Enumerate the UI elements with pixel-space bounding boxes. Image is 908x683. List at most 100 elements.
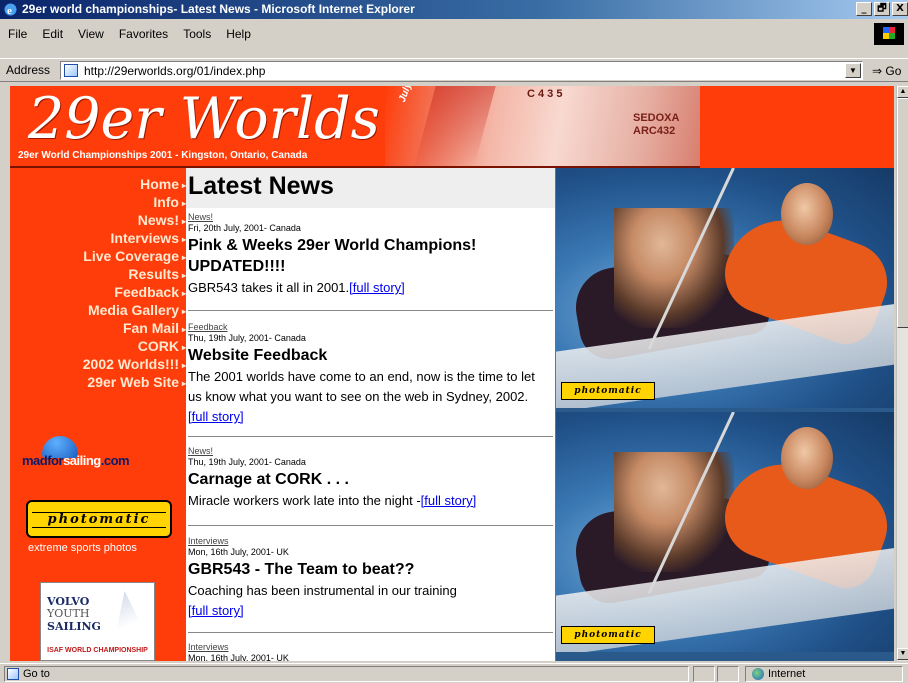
menu-help[interactable]: Help [226,27,251,41]
news-category[interactable]: News! [188,212,545,222]
photomatic-logo[interactable]: photomatic [26,500,172,538]
news-separator [188,310,553,311]
window-title: 29er world championships- Latest News - … [22,2,415,16]
nav-live-coverage[interactable]: Live Coverage ▸ [83,248,186,264]
madforsailing-part1: madfor [22,453,64,468]
news-category[interactable]: Feedback [188,322,545,332]
zone-label: Internet [768,668,806,680]
window-titlebar: e 29er world championships- Latest News … [0,0,908,19]
nav-label: Feedback [114,284,179,300]
full-story-link[interactable]: [full story] [421,493,477,508]
nav-cork[interactable]: CORK ▸ [138,338,186,354]
menu-tools[interactable]: Tools [183,27,211,41]
news-header: Latest News [186,168,555,208]
go-label: Go [885,64,902,78]
menu-favorites[interactable]: Favorites [119,27,168,41]
restore-button[interactable]: 🗗 [874,2,890,16]
nav-results[interactable]: Results ▸ [128,266,186,282]
sailor-one-head [614,452,734,572]
nav-interviews[interactable]: Interviews ▸ [111,230,187,246]
photomatic-tag: photomatic [561,382,655,400]
nav-info[interactable]: Info ▸ [153,194,186,210]
news-item: Interviews Mon, 16th July, 2001- UK [188,642,545,661]
go-button[interactable]: ⇒ Go [872,64,901,78]
scroll-down-icon[interactable]: ▼ [897,648,908,660]
scroll-up-icon[interactable]: ▲ [897,86,908,98]
nav-news[interactable]: News! ▸ [138,212,186,228]
menu-file[interactable]: File [8,27,27,41]
address-dropdown-icon[interactable]: ▼ [845,63,861,78]
news-body-text: GBR543 takes it all in 2001. [188,280,350,295]
windows-logo-icon [874,23,904,45]
news-separator [188,632,553,633]
nav-29er-web-site[interactable]: 29er Web Site ▸ [87,374,186,390]
status-text: Go to [23,668,50,680]
news-item: Interviews Mon, 16th July, 2001- UK GBR5… [188,536,545,621]
news-body-text: Miracle workers work late into the night… [188,493,421,508]
news-body-text: Coaching has been instrumental in our tr… [188,583,457,598]
nav-home[interactable]: Home ▸ [140,176,186,192]
status-bar: Go to Internet [0,663,908,683]
sail-number-line-2: ARC432 [633,125,676,137]
nav-label: CORK [137,338,179,354]
madforsailing-part3: .com [100,453,130,468]
news-headline: Carnage at CORK . . . [188,471,349,488]
news-date: Mon, 16th July, 2001- UK [188,653,289,661]
full-story-link[interactable]: [full story] [188,409,244,424]
news-category[interactable]: News! [188,446,545,456]
volvo-youth-sailing-logo[interactable]: VOLVO YOUTH SAILING ISAF WORLD CHAMPIONS… [40,582,155,661]
site-subtitle: 29er World Championships 2001 - Kingston… [18,150,308,161]
nav-label: Info [153,194,179,210]
banner-sail-number-side: SEDOXA ARC432 [633,112,679,138]
site-logo[interactable]: 29er Worlds [28,86,380,154]
photomatic-label: photomatic [32,512,166,528]
menu-bar: File Edit View Favorites Tools Help [0,19,908,59]
scrollbar-thumb[interactable] [897,98,908,328]
status-pane [693,666,715,682]
news-date: Mon, 16th July, 2001- UK [188,547,289,557]
full-story-link[interactable]: [full story] [188,603,244,618]
news-item: News! Thu, 19th July, 2001- Canada Carna… [188,446,545,511]
news-body-text: The 2001 worlds have come to an end, now… [188,369,535,404]
minimize-button[interactable]: _ [856,2,872,16]
close-button[interactable]: X [892,2,908,16]
page-viewport: 29er Worlds 29er World Championships 200… [10,86,894,661]
menu-view[interactable]: View [78,27,104,41]
madforsailing-logo[interactable]: madforsailing.com [20,436,180,476]
banner-sail-number-top: C 4 3 5 [527,88,563,100]
nav-2002-worlds[interactable]: 2002 Worlds!!! ▸ [83,356,186,372]
status-pane [717,666,739,682]
photo-column: photomatic photomatic [556,168,894,661]
sail-icon [115,591,147,637]
nav-fan-mail[interactable]: Fan Mail ▸ [123,320,186,336]
menu-edit[interactable]: Edit [42,27,63,41]
full-story-link[interactable]: [full story] [349,280,405,295]
news-separator [188,436,553,437]
nav-label: Interviews [110,230,179,246]
site-banner: 29er Worlds 29er World Championships 200… [10,86,700,168]
nav-feedback[interactable]: Feedback ▸ [114,284,186,300]
nav-label: Live Coverage [83,248,179,264]
status-text-pane: Go to [4,666,689,682]
nav-media-gallery[interactable]: Media Gallery ▸ [88,302,186,318]
news-item: News! Fri, 20th July, 2001- Canada Pink … [188,212,545,298]
news-column: Latest News News! Fri, 20th July, 2001- … [186,168,555,661]
sailor-one-head [614,208,734,328]
news-date: Thu, 19th July, 2001- Canada [188,333,306,343]
nav-label: 29er Web Site [87,374,179,390]
nav-label: Fan Mail [122,320,179,336]
nav-label: Results [128,266,179,282]
news-item: Feedback Thu, 19th July, 2001- Canada We… [188,322,545,427]
news-heading: Latest News [188,172,334,200]
address-url[interactable]: http://29erworlds.org/01/index.php [84,64,265,78]
svg-text:e: e [7,5,12,17]
news-category[interactable]: Interviews [188,536,545,546]
volvo-line-4: ISAF WORLD CHAMPIONSHIP [47,647,148,654]
news-headline: Website Feedback [188,347,328,364]
globe-icon [752,668,764,680]
sailing-photo: photomatic [556,412,894,652]
news-category[interactable]: Interviews [188,642,545,652]
address-input[interactable]: http://29erworlds.org/01/index.php [60,61,863,80]
news-body: The 2001 worlds have come to an end, now… [188,367,545,427]
vertical-scrollbar[interactable]: ▲ ▼ [896,86,908,661]
